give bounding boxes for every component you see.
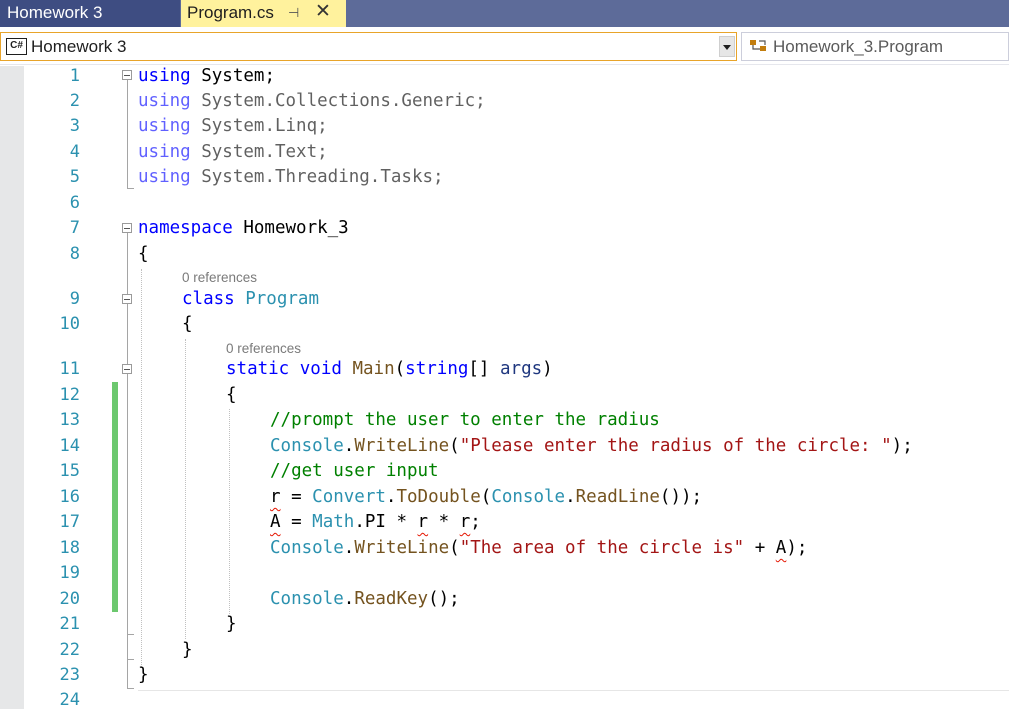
code-line: using System; bbox=[138, 66, 275, 86]
current-line-highlight bbox=[138, 690, 1009, 691]
line-number: 18 bbox=[59, 538, 80, 558]
code-line: static void Main(string[] args) bbox=[226, 359, 553, 379]
line-number: 10 bbox=[59, 314, 80, 334]
collapse-toggle[interactable] bbox=[122, 223, 132, 233]
line-number: 6 bbox=[69, 193, 80, 213]
code-line: using System.Threading.Tasks; bbox=[138, 167, 444, 187]
line-number: 9 bbox=[69, 289, 80, 309]
line-number: 8 bbox=[69, 244, 80, 264]
error-squiggle: r bbox=[270, 487, 281, 507]
outline-end bbox=[127, 188, 134, 189]
line-number: 13 bbox=[59, 410, 80, 430]
code-line: { bbox=[182, 314, 193, 334]
outline-line bbox=[127, 374, 128, 634]
change-indicator bbox=[112, 382, 118, 612]
line-number: 11 bbox=[59, 359, 80, 379]
code-line: A = Math.PI * r * r; bbox=[270, 512, 481, 532]
code-comment: //prompt the user to enter the radius bbox=[270, 410, 660, 430]
outline-end bbox=[127, 688, 134, 689]
type-dropdown[interactable]: Homework_3.Program bbox=[741, 32, 1009, 61]
code-line: r = Convert.ToDouble(Console.ReadLine())… bbox=[270, 487, 703, 507]
error-squiggle: r bbox=[459, 512, 471, 532]
line-number: 22 bbox=[59, 640, 80, 660]
line-number: 1 bbox=[69, 66, 80, 86]
code-line: { bbox=[226, 385, 237, 405]
csharp-project-icon: C# bbox=[6, 38, 27, 55]
chevron-down-icon[interactable] bbox=[719, 36, 735, 57]
indent-guide bbox=[185, 339, 186, 639]
line-number: 17 bbox=[59, 512, 80, 532]
code-line: } bbox=[182, 640, 193, 660]
outline-line bbox=[127, 80, 128, 188]
tab-label: Program.cs bbox=[187, 3, 274, 22]
code-line: Console.ReadKey(); bbox=[270, 589, 460, 609]
line-number: 14 bbox=[59, 436, 80, 456]
line-number: 21 bbox=[59, 614, 80, 634]
error-squiggle: r bbox=[417, 512, 429, 532]
line-number: 4 bbox=[69, 142, 80, 162]
document-tab-strip: Homework 3 Program.cs ⊣ ✕ bbox=[0, 0, 1009, 27]
indent-guide bbox=[141, 269, 142, 667]
pin-icon[interactable]: ⊣ bbox=[288, 0, 299, 26]
line-number: 20 bbox=[59, 589, 80, 609]
outline-end bbox=[127, 659, 134, 660]
close-icon[interactable]: ✕ bbox=[315, 0, 331, 25]
line-number: 12 bbox=[59, 385, 80, 405]
line-number: 16 bbox=[59, 487, 80, 507]
code-line: Console.WriteLine("Please enter the radi… bbox=[270, 436, 913, 456]
indent-guide bbox=[229, 409, 230, 614]
error-squiggle: A bbox=[270, 512, 281, 532]
collapse-toggle[interactable] bbox=[122, 364, 132, 374]
codelens-references[interactable]: 0 references bbox=[226, 341, 301, 356]
code-line: Console.WriteLine("The area of the circl… bbox=[270, 538, 808, 558]
code-line: { bbox=[138, 244, 149, 264]
line-number: 5 bbox=[69, 167, 80, 187]
collapse-toggle[interactable] bbox=[122, 294, 132, 304]
codelens-references[interactable]: 0 references bbox=[182, 270, 257, 285]
code-line: using System.Linq; bbox=[138, 116, 328, 136]
code-line: namespace Homework_3 bbox=[138, 218, 349, 238]
code-line: using System.Text; bbox=[138, 142, 328, 162]
tab-program-cs[interactable]: Program.cs ⊣ ✕ bbox=[181, 0, 346, 27]
project-dropdown[interactable]: C# Homework 3 bbox=[0, 32, 737, 61]
code-comment: //get user input bbox=[270, 461, 439, 481]
line-number: 3 bbox=[69, 116, 80, 136]
tab-homework-3[interactable]: Homework 3 bbox=[0, 0, 180, 27]
line-number: 15 bbox=[59, 461, 80, 481]
line-number: 7 bbox=[69, 218, 80, 238]
tab-label: Homework 3 bbox=[7, 3, 103, 22]
type-name: Homework_3.Program bbox=[773, 37, 944, 56]
outline-end bbox=[127, 634, 134, 635]
code-line: } bbox=[226, 614, 237, 634]
line-number: 19 bbox=[59, 563, 80, 583]
line-number: 23 bbox=[59, 665, 80, 685]
code-line: class Program bbox=[182, 289, 319, 309]
navigation-bar: C# Homework 3 Homework_3.Program bbox=[0, 32, 1009, 65]
code-line: using System.Collections.Generic; bbox=[138, 91, 486, 111]
class-icon bbox=[750, 40, 766, 51]
code-line: } bbox=[138, 665, 149, 685]
indicator-margin bbox=[0, 66, 24, 709]
line-number: 2 bbox=[69, 91, 80, 111]
error-squiggle: A bbox=[775, 538, 787, 558]
collapse-toggle[interactable] bbox=[122, 70, 132, 80]
project-name: Homework 3 bbox=[31, 37, 127, 56]
code-editor[interactable]: 1 2 3 4 5 6 7 8 9 10 11 12 13 14 15 16 1… bbox=[0, 66, 1009, 709]
line-number: 24 bbox=[59, 690, 80, 709]
